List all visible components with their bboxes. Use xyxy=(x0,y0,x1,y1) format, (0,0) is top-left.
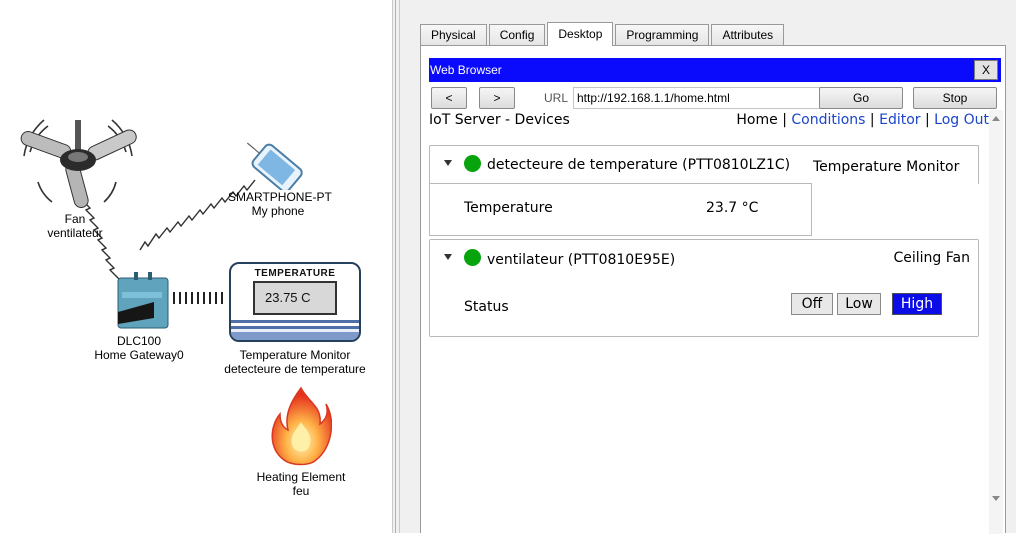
tab-physical[interactable]: Physical xyxy=(420,24,487,46)
status-dot-icon xyxy=(464,249,481,266)
expand-caret-icon[interactable] xyxy=(444,254,452,260)
device-card-header[interactable]: ventilateur (PTT0810E95E) Ceiling Fan xyxy=(430,240,978,278)
link-gateway-monitor xyxy=(173,292,223,304)
device-name: ventilateur (PTT0810E95E) xyxy=(487,252,676,268)
fan-off-button[interactable]: Off xyxy=(791,293,833,315)
desktop-tab-content: Web Browser X < > URL Go Stop IoT Server… xyxy=(420,45,1006,534)
page-header: IoT Server - Devices Home | Conditions |… xyxy=(429,112,989,130)
stop-button[interactable]: Stop xyxy=(913,87,997,109)
nav-separator: | xyxy=(869,112,875,128)
device-name-label: ventilateur xyxy=(47,226,103,240)
smartphone-icon[interactable] xyxy=(240,130,320,190)
device-name: detecteure de temperature (PTT0810LZ1C) xyxy=(487,157,791,173)
nav-home[interactable]: Home xyxy=(736,112,777,128)
scroll-down-icon[interactable] xyxy=(992,496,1000,501)
device-type: Ceiling Fan xyxy=(893,250,971,266)
monitor-device-label: Temperature Monitor detecteure de temper… xyxy=(214,348,376,376)
property-label: Status xyxy=(464,299,509,315)
device-card-fan: ventilateur (PTT0810E95E) Ceiling Fan St… xyxy=(429,239,979,337)
network-workspace[interactable]: Fan ventilateur SMARTPHONE-PT My phone D… xyxy=(0,0,392,533)
nav-conditions-link[interactable]: Conditions xyxy=(791,112,865,128)
monitor-stripes xyxy=(231,320,359,340)
fan-low-button[interactable]: Low xyxy=(837,293,881,315)
page-scrollbar[interactable] xyxy=(989,110,1003,534)
forward-button[interactable]: > xyxy=(479,87,515,109)
device-name-label: My phone xyxy=(251,204,305,218)
property-label: Temperature xyxy=(464,200,553,216)
temperature-monitor-icon[interactable]: TEMPERATURE 23.75 C xyxy=(229,262,361,342)
panel-splitter[interactable] xyxy=(392,0,400,533)
device-type-label: SMARTPHONE-PT xyxy=(228,190,332,204)
temperature-value: 23.7 °C xyxy=(706,200,759,216)
monitor-reading: 23.75 C xyxy=(253,281,337,315)
monitor-screen-title: TEMPERATURE xyxy=(254,268,336,279)
device-name-label: detecteure de temperature xyxy=(224,362,366,376)
tab-desktop[interactable]: Desktop xyxy=(547,22,614,46)
web-page-content: IoT Server - Devices Home | Conditions |… xyxy=(429,110,989,534)
web-browser-title-bar: Web Browser X xyxy=(429,58,1001,82)
go-button[interactable]: Go xyxy=(819,87,903,109)
gateway-device-label: DLC100 Home Gateway0 xyxy=(84,334,194,362)
nav-logout-link[interactable]: Log Out xyxy=(934,112,989,128)
page-nav: Home | Conditions | Editor | Log Out xyxy=(736,112,989,128)
fan-high-button[interactable]: High xyxy=(892,293,942,315)
device-name-label: feu xyxy=(292,484,310,498)
url-input[interactable] xyxy=(573,87,829,109)
url-label: URL xyxy=(544,91,569,105)
fan-device-label: Fan ventilateur xyxy=(40,212,110,240)
page-title: IoT Server - Devices xyxy=(429,112,570,128)
tab-bar: Physical Config Desktop Programming Attr… xyxy=(420,22,786,46)
device-name-label: Home Gateway0 xyxy=(94,348,184,362)
device-type-label: DLC100 xyxy=(116,334,162,348)
tab-config[interactable]: Config xyxy=(488,24,546,46)
fire-icon[interactable] xyxy=(270,386,332,468)
device-type-label: Fan xyxy=(64,212,86,226)
device-config-window: Physical Config Desktop Programming Attr… xyxy=(400,0,1016,534)
ceiling-fan-icon[interactable] xyxy=(8,112,148,212)
back-button[interactable]: < xyxy=(431,87,467,109)
card-border xyxy=(978,145,979,184)
expand-caret-icon[interactable] xyxy=(444,160,452,166)
device-type: Temperature Monitor xyxy=(813,159,960,175)
nav-separator: | xyxy=(782,112,787,128)
close-button[interactable]: X xyxy=(974,60,998,80)
status-dot-icon xyxy=(464,155,481,172)
device-type-label: Temperature Monitor xyxy=(239,348,351,362)
device-card-body: Temperature 23.7 °C xyxy=(429,183,812,236)
tab-programming[interactable]: Programming xyxy=(615,24,710,46)
home-gateway-icon[interactable] xyxy=(114,272,174,332)
tab-attributes[interactable]: Attributes xyxy=(711,24,785,46)
device-type-label: Heating Element xyxy=(256,470,346,484)
nav-separator: | xyxy=(924,112,930,128)
scroll-up-icon[interactable] xyxy=(992,116,1000,121)
heater-device-label: Heating Element feu xyxy=(246,470,356,498)
phone-device-label: SMARTPHONE-PT My phone xyxy=(228,190,332,218)
nav-editor-link[interactable]: Editor xyxy=(879,112,920,128)
browser-title: Web Browser xyxy=(430,63,502,77)
